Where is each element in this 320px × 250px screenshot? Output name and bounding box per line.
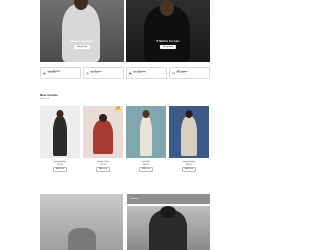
add-to-cart-button[interactable]: Add to cart <box>52 167 68 172</box>
storefront-page: New Collection Shop Now T-Shirts for Her… <box>0 0 250 250</box>
product-grid: Sweatshirt Blue $29.99 Add to cart NEW G… <box>40 106 210 172</box>
hero-left-title: New Collection <box>70 39 94 43</box>
model-figure <box>53 116 67 156</box>
hero-left-shop-button[interactable]: Shop Now <box>73 45 91 49</box>
star-icon <box>43 71 46 75</box>
model-head <box>142 110 150 118</box>
return-icon <box>86 71 89 75</box>
product-image[interactable] <box>126 106 166 158</box>
promo-label: Hoodies <box>130 197 139 200</box>
feature-subtitle: lorem ipsum <box>176 73 185 75</box>
hero-model-image <box>62 4 100 62</box>
product-name[interactable]: Graphic T-shirt <box>97 161 109 163</box>
promo-banner-right-header[interactable]: Hoodies <box>127 194 210 204</box>
hero-right-title: T-Shirts for Her <box>156 39 180 43</box>
product-image[interactable] <box>169 106 209 158</box>
product-price: $29.99 <box>57 163 63 166</box>
product-image[interactable]: NEW <box>83 106 123 158</box>
product-card[interactable]: Hooded Jacket $49.99 Add to cart <box>169 106 209 172</box>
product-image[interactable] <box>40 106 80 158</box>
feature-subtitle: lorem ipsum <box>133 73 142 75</box>
feature-strip: Great BIG EXT lorem ipsum Free Returns l… <box>40 67 210 79</box>
new-badge: NEW <box>115 108 121 110</box>
model-figure <box>140 116 152 156</box>
browse-all-link[interactable]: Browse all <box>40 98 49 100</box>
product-price: $49.99 <box>186 163 192 166</box>
hero-model-head <box>160 0 174 16</box>
support-icon <box>172 71 175 74</box>
model-head <box>185 110 193 118</box>
model-figure <box>93 120 113 154</box>
feature-item: Great BIG EXT lorem ipsum <box>40 67 81 79</box>
model-figure <box>181 116 197 156</box>
product-card[interactable]: Sweatshirt Blue $29.99 Add to cart <box>40 106 80 172</box>
promo-image-head <box>160 206 176 218</box>
product-name[interactable]: Sweatshirt Blue <box>54 161 66 163</box>
product-name[interactable]: Hooded Jacket <box>183 161 195 163</box>
model-head <box>56 110 64 118</box>
feature-item: 24/7 Support lorem ipsum <box>169 67 210 79</box>
feature-subtitle: lorem ipsum <box>90 73 99 75</box>
feature-item: Free Shipping lorem ipsum <box>126 67 167 79</box>
product-card[interactable]: NEW Graphic T-shirt $19.99 Add to cart <box>83 106 123 172</box>
add-to-cart-button[interactable]: Add to cart <box>181 167 197 172</box>
product-name[interactable]: Linen Shirt <box>142 161 151 163</box>
product-price: $19.99 <box>100 163 106 166</box>
hero-banner: New Collection Shop Now T-Shirts for Her… <box>40 0 210 62</box>
product-price: $34.99 <box>143 163 149 166</box>
hero-panel-right[interactable]: T-Shirts for Her Shop Now <box>126 0 210 62</box>
promo-image <box>68 228 96 250</box>
promo-banner-right[interactable] <box>127 206 210 250</box>
model-head <box>99 114 107 122</box>
product-card[interactable]: Linen Shirt $34.99 Add to cart <box>126 106 166 172</box>
hero-panel-left[interactable]: New Collection Shop Now <box>40 0 124 62</box>
truck-icon <box>129 72 132 75</box>
promo-banner-left[interactable] <box>40 194 123 250</box>
add-to-cart-button[interactable]: Add to cart <box>138 167 154 172</box>
hero-right-shop-button[interactable]: Shop Now <box>159 45 177 49</box>
feature-item: Free Returns lorem ipsum <box>83 67 124 79</box>
add-to-cart-button[interactable]: Add to cart <box>95 167 111 172</box>
section-title: New arrivals <box>40 93 58 97</box>
feature-subtitle: lorem ipsum <box>47 73 56 75</box>
